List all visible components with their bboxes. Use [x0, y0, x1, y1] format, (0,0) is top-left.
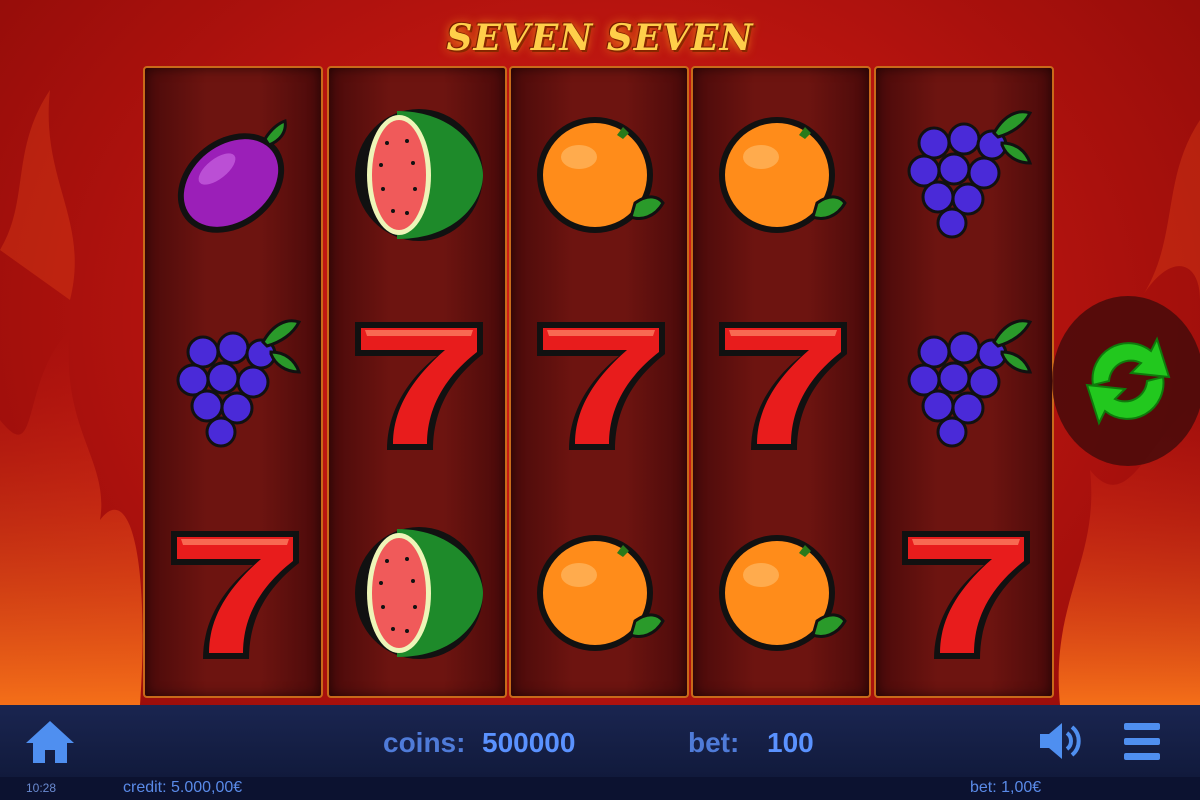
spin-button[interactable] — [1052, 296, 1200, 466]
symbol-grapes — [145, 277, 321, 486]
orange-icon — [537, 116, 665, 233]
symbol-grapes — [876, 277, 1052, 486]
orange-icon — [719, 534, 847, 651]
watermelon-icon — [355, 108, 483, 241]
menu-button[interactable] — [1120, 717, 1164, 767]
symbol-orange — [511, 486, 687, 695]
refresh-arrows-icon — [1085, 336, 1171, 426]
bet-label: bet: — [688, 727, 740, 758]
symbol-watermelon — [329, 486, 505, 695]
symbol-watermelon — [329, 68, 505, 277]
reel-3 — [509, 66, 689, 698]
clock: 10:28 — [26, 781, 57, 795]
seven-icon — [719, 321, 847, 450]
bottom-bar: coins: 500000 bet: 100 10:28 credit: 5.0… — [0, 705, 1200, 800]
orange-icon — [537, 534, 665, 651]
home-icon — [26, 721, 74, 763]
reel-5 — [874, 66, 1054, 698]
control-row: coins: 500000 bet: 100 — [0, 705, 1200, 777]
status-row: 10:28 credit: 5.000,00€ bet: 1,00€ — [0, 777, 1200, 800]
symbol-seven — [693, 277, 869, 486]
plum-icon — [177, 118, 287, 233]
home-button[interactable] — [22, 717, 78, 767]
speaker-icon — [1040, 723, 1081, 759]
reel-4 — [691, 66, 871, 698]
bet-display: bet: 1,00€ — [970, 779, 1042, 796]
symbol-grapes — [876, 68, 1052, 277]
seven-icon — [171, 530, 299, 659]
symbol-seven — [876, 486, 1052, 695]
sound-button[interactable] — [1036, 719, 1084, 763]
hamburger-menu-icon — [1124, 723, 1160, 760]
coins-value[interactable]: 500000 — [482, 727, 575, 759]
symbol-plum — [145, 68, 321, 277]
reels-area — [143, 66, 1055, 698]
coins-label: coins: — [383, 727, 466, 758]
watermelon-icon — [355, 526, 483, 659]
seven-icon — [355, 321, 483, 450]
symbol-seven — [329, 277, 505, 486]
grapes-icon — [907, 318, 1033, 447]
symbol-seven — [511, 277, 687, 486]
seven-icon — [537, 321, 665, 450]
reel-1 — [143, 66, 323, 698]
symbol-seven — [145, 486, 321, 695]
game-title: SEVEN SEVEN — [446, 17, 754, 59]
symbol-orange — [693, 68, 869, 277]
symbol-orange — [511, 68, 687, 277]
reel-2 — [327, 66, 507, 698]
orange-icon — [719, 116, 847, 233]
grapes-icon — [907, 109, 1033, 238]
bet-value[interactable]: 100 — [767, 727, 814, 759]
grapes-icon — [176, 318, 302, 447]
credit-display: credit: 5.000,00€ — [123, 779, 243, 796]
seven-icon — [902, 530, 1030, 659]
game-logo: SEVEN SEVEN — [447, 6, 753, 70]
symbol-orange — [693, 486, 869, 695]
